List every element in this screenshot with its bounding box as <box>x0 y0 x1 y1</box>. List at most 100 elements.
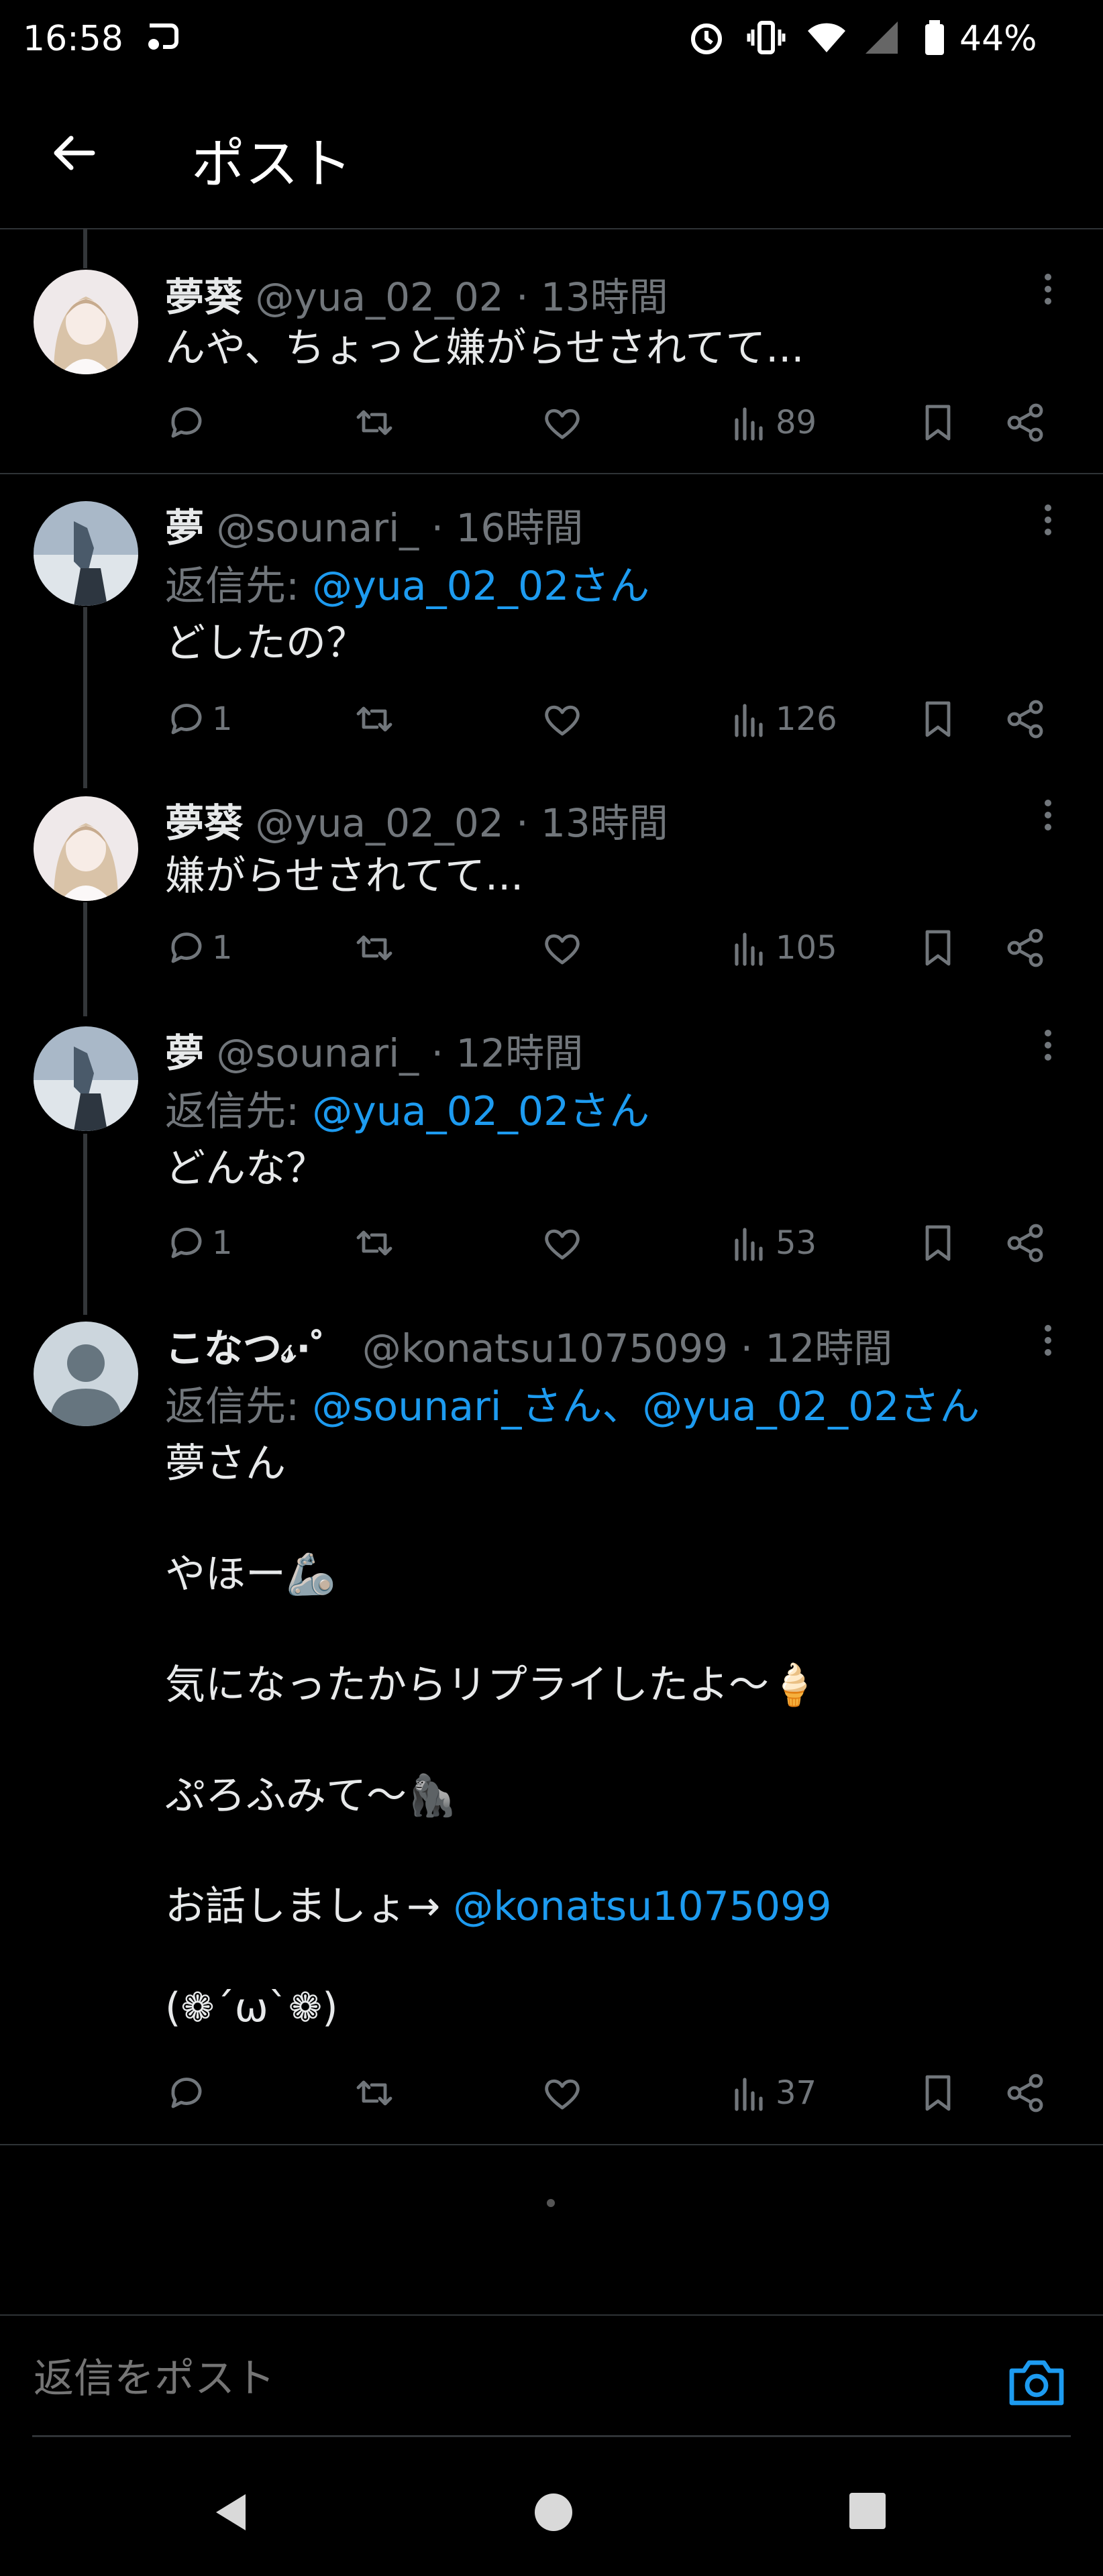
separator-dot: · <box>516 274 529 320</box>
share-button[interactable] <box>1004 2066 1047 2120</box>
reply-button[interactable] <box>165 2066 212 2120</box>
share-button[interactable] <box>1004 396 1047 449</box>
page-title: ポスト <box>191 133 352 195</box>
view-count: 89 <box>776 404 817 441</box>
camera-icon[interactable] <box>1006 2357 1067 2408</box>
post-text-line: 気になったからリプライしたよ〜🍦 <box>165 1662 819 1709</box>
bookmark-button[interactable] <box>916 692 959 746</box>
reply-to-label: 返信先: <box>165 1088 300 1135</box>
views-button[interactable]: 37 <box>729 2066 817 2120</box>
author-name[interactable]: 夢葵 <box>165 800 243 846</box>
wifi-icon <box>805 19 848 65</box>
bookmark-button[interactable] <box>916 2066 959 2120</box>
status-bar: 16:58 44% <box>0 0 1103 80</box>
views-button[interactable]: 53 <box>729 1216 817 1270</box>
reply-icon <box>171 1228 202 1258</box>
avatar[interactable] <box>34 796 138 901</box>
thread-connector <box>83 228 87 268</box>
post-time: 12時間 <box>456 1030 584 1076</box>
like-button[interactable] <box>541 692 584 746</box>
avatar[interactable] <box>34 270 138 374</box>
reply-button[interactable]: 1 <box>165 921 233 975</box>
share-icon <box>1007 928 1043 967</box>
post-divider <box>0 473 1103 474</box>
nav-recents-icon[interactable] <box>845 2489 890 2536</box>
post-actions: 89 <box>165 396 1064 449</box>
repost-button[interactable] <box>353 2066 396 2120</box>
post-text-line: ぷろふみて〜🦍 <box>165 1772 457 1819</box>
status-time: 16:58 <box>23 19 123 59</box>
post-text: どんな？ <box>165 1145 326 1192</box>
analytics-icon <box>735 1228 763 1261</box>
views-button[interactable]: 126 <box>729 692 837 746</box>
post-text: 嫌がらせされてて... <box>165 853 524 900</box>
share-icon <box>1007 1224 1043 1263</box>
reply-icon <box>171 407 202 438</box>
bookmark-button[interactable] <box>916 1216 959 1270</box>
like-button[interactable] <box>541 1216 584 1270</box>
reply-to-link[interactable]: @sounari_さん、@yua_02_02さん <box>312 1383 980 1430</box>
reply-composer <box>0 2314 1103 2437</box>
more-options-icon[interactable] <box>1033 1024 1063 1071</box>
share-button[interactable] <box>1004 1216 1047 1270</box>
heart-icon <box>545 934 580 965</box>
bookmark-icon <box>925 405 951 441</box>
separator-dot: · <box>431 1030 444 1076</box>
more-options-icon[interactable] <box>1033 794 1063 841</box>
reply-count: 1 <box>212 929 233 967</box>
reply-to-line: 返信先: @yua_02_02さん <box>165 1079 649 1137</box>
reply-to-link[interactable]: @yua_02_02さん <box>312 1088 649 1135</box>
repost-button[interactable] <box>353 396 396 449</box>
thread-connector <box>83 902 87 1016</box>
bookmark-button[interactable] <box>916 921 959 975</box>
like-button[interactable] <box>541 921 584 975</box>
like-button[interactable] <box>541 2066 584 2120</box>
like-button[interactable] <box>541 396 584 449</box>
repost-icon <box>356 410 392 435</box>
reply-to-label: 返信先: <box>165 563 300 610</box>
bookmark-icon <box>925 701 951 737</box>
avatar[interactable] <box>34 1026 138 1131</box>
more-options-icon[interactable] <box>1033 268 1063 315</box>
repost-icon <box>356 706 392 732</box>
author-handle[interactable]: @sounari_ <box>216 505 419 551</box>
reply-button[interactable] <box>165 396 212 449</box>
reply-button[interactable]: 1 <box>165 692 233 746</box>
author-name[interactable]: こなつ𝓈·゜ <box>165 1326 350 1371</box>
author-name[interactable]: 夢葵 <box>165 274 243 320</box>
separator-dot: · <box>740 1326 753 1371</box>
repost-button[interactable] <box>353 692 396 746</box>
separator-dot: · <box>431 505 444 551</box>
share-button[interactable] <box>1004 921 1047 975</box>
author-handle[interactable]: @sounari_ <box>216 1030 419 1076</box>
more-options-icon[interactable] <box>1033 499 1063 546</box>
more-options-icon[interactable] <box>1033 1320 1063 1366</box>
author-name[interactable]: 夢 <box>165 505 204 551</box>
nav-back-icon[interactable] <box>208 2489 255 2538</box>
author-handle[interactable]: @yua_02_02 <box>255 274 503 320</box>
reply-input[interactable] <box>32 2355 974 2403</box>
repost-button[interactable] <box>353 921 396 975</box>
views-button[interactable]: 105 <box>729 921 837 975</box>
author-handle[interactable]: @yua_02_02 <box>255 800 503 846</box>
back-arrow-icon[interactable] <box>47 126 101 180</box>
reply-count: 1 <box>212 1224 233 1262</box>
share-button[interactable] <box>1004 692 1047 746</box>
views-button[interactable]: 89 <box>729 396 817 449</box>
reply-button[interactable]: 1 <box>165 1216 233 1270</box>
avatar[interactable] <box>34 1322 138 1426</box>
author-handle[interactable]: @konatsu1075099 <box>362 1326 728 1371</box>
author-name[interactable]: 夢 <box>165 1030 204 1076</box>
mention-link[interactable]: @konatsu1075099 <box>453 1883 831 1930</box>
reply-input-underline <box>32 2435 1071 2437</box>
battery-percent: 44% <box>959 19 1037 59</box>
avatar[interactable] <box>34 501 138 606</box>
nav-home-icon[interactable] <box>530 2489 577 2538</box>
repost-icon <box>356 1230 392 1256</box>
alarm-icon <box>688 19 725 65</box>
repost-button[interactable] <box>353 1216 396 1270</box>
bookmark-button[interactable] <box>916 396 959 449</box>
reply-to-link[interactable]: @yua_02_02さん <box>312 563 649 610</box>
post-time: 12時間 <box>765 1326 893 1371</box>
cast-icon <box>144 19 182 62</box>
